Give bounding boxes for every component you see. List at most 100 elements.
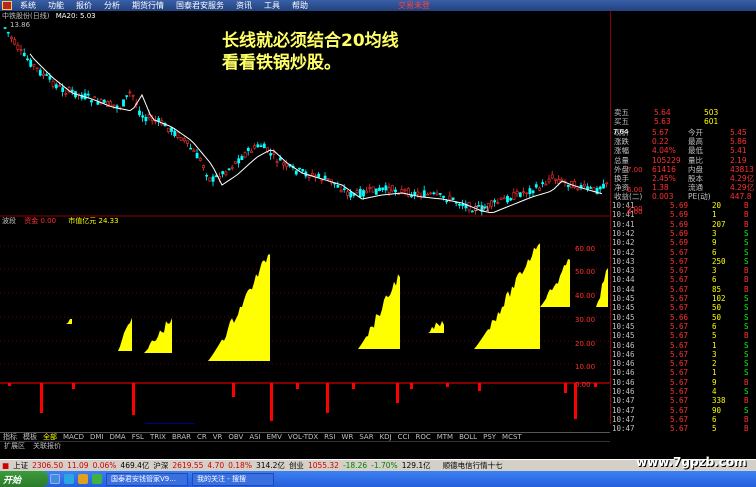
candle-body <box>176 131 180 138</box>
trade-login-status[interactable]: 交易未登 <box>398 0 430 11</box>
menu-system[interactable]: 系统 <box>14 0 42 11</box>
app-icon[interactable] <box>92 474 102 484</box>
tick-side: S <box>744 359 749 369</box>
tick-volume: 6 <box>712 414 717 424</box>
negative-bar <box>594 383 597 387</box>
tick-row[interactable]: 10:42 5.67 6 S <box>612 248 749 257</box>
candle-body <box>6 31 10 34</box>
indicator-tab[interactable]: 指标 <box>0 433 20 441</box>
stat-value: 5.45 <box>730 128 747 137</box>
candle-body <box>70 89 74 92</box>
indicator-tab[interactable]: TRIX <box>147 433 169 441</box>
tick-row[interactable]: 10:46 5.67 2 S <box>612 359 749 368</box>
scroll-news[interactable]: 顺德电信行情十七 <box>441 460 505 471</box>
indicator-tab[interactable]: VR <box>210 433 226 441</box>
indicator-tab[interactable]: OBV <box>225 433 246 441</box>
indicator-tab[interactable]: RSI <box>321 433 338 441</box>
candle-body <box>224 171 228 176</box>
price-axis-label: 6.00 <box>627 186 643 194</box>
task-stock-app[interactable]: 国泰君安钱管家V9... <box>106 472 188 486</box>
menu-function[interactable]: 功能 <box>42 0 70 11</box>
indicator-tab[interactable]: 全部 <box>40 433 60 441</box>
indicator-tab[interactable]: MTM <box>434 433 456 441</box>
indicator-tab[interactable]: EMV <box>264 433 285 441</box>
tick-row[interactable]: 10:45 5.67 6 S <box>612 321 749 331</box>
candle-body <box>598 186 602 190</box>
tick-price: 5.69 <box>670 219 689 229</box>
candle-body <box>432 192 436 195</box>
indicator-tab[interactable]: KDJ <box>377 433 395 441</box>
tick-row[interactable]: 10:46 5.67 1 S <box>612 341 749 350</box>
tab-expand-area[interactable]: 扩展区 <box>0 442 29 450</box>
indicator-tab[interactable]: BOLL <box>456 433 480 441</box>
candle-body <box>275 161 279 163</box>
menu-futures[interactable]: 期货行情 <box>126 0 170 11</box>
tick-row[interactable]: 10:46 5.67 9 B <box>612 377 749 387</box>
tick-row[interactable]: 10:47 5.67 338 B <box>612 396 749 405</box>
indicator-tab[interactable]: PSY <box>480 433 499 441</box>
tick-row[interactable]: 10:45 5.67 50 S <box>612 303 749 312</box>
candle-body <box>390 185 394 192</box>
tick-row[interactable]: 10:43 5.67 3 B <box>612 266 749 275</box>
indicator-tab[interactable]: CR <box>194 433 210 441</box>
menu-help[interactable]: 帮助 <box>286 0 314 11</box>
tick-volume: 9 <box>712 377 717 387</box>
indicator-tab[interactable]: DMA <box>106 433 128 441</box>
tick-row[interactable]: 10:45 5.66 50 S <box>612 312 749 322</box>
candle-body <box>10 36 13 39</box>
candle-body <box>138 110 141 116</box>
tick-row[interactable]: 10:44 5.67 6 B <box>612 275 749 284</box>
indicator-tab[interactable]: ASI <box>246 433 263 441</box>
stat-value: 105229 <box>652 155 681 165</box>
tick-price: 5.66 <box>670 312 689 322</box>
indicator-tab[interactable]: VOL-TDX <box>285 433 321 441</box>
indicator-tab[interactable]: ROC <box>412 433 433 441</box>
tick-row[interactable]: 10:47 5.67 6 B <box>612 414 749 424</box>
tick-row[interactable]: 10:44 5.67 85 B <box>612 285 749 294</box>
menu-news[interactable]: 资讯 <box>230 0 258 11</box>
tick-volume: 207 <box>712 219 726 229</box>
menu-analysis[interactable]: 分析 <box>98 0 126 11</box>
tick-row[interactable]: 10:46 5.67 4 S <box>612 387 749 396</box>
wave-bar <box>208 254 270 361</box>
folder-icon[interactable] <box>78 474 88 484</box>
indicator-tab[interactable]: WR <box>339 433 357 441</box>
indicator-tab[interactable]: FSL <box>129 433 147 441</box>
price-axis-label: 7.00 <box>627 166 643 174</box>
indicator-tab[interactable]: DMI <box>87 433 107 441</box>
indicator-tab[interactable]: MACD <box>60 433 87 441</box>
browser-icon[interactable] <box>64 474 74 484</box>
tick-row[interactable]: 10:47 5.67 5 B <box>612 424 749 433</box>
menu-service[interactable]: 国泰君安服务 <box>170 0 230 11</box>
tab-related-quote[interactable]: 关联报价 <box>29 442 65 450</box>
tick-row[interactable]: 10:42 5.69 9 S <box>612 238 749 247</box>
tick-row[interactable]: 10:46 5.67 3 S <box>612 350 749 359</box>
menu-quote[interactable]: 报价 <box>70 0 98 11</box>
menu-tools[interactable]: 工具 <box>258 0 286 11</box>
tick-row[interactable]: 10:47 5.67 90 S <box>612 406 749 415</box>
cy-change: -18.26 <box>342 461 368 470</box>
indicator-tab[interactable]: 模板 <box>20 433 40 441</box>
start-button[interactable]: 开始 <box>0 471 48 487</box>
negative-bar <box>326 383 329 413</box>
tick-row[interactable]: 10:45 5.67 5 B <box>612 331 749 340</box>
indicator-tab[interactable]: SAR <box>356 433 376 441</box>
tick-row[interactable]: 10:46 5.67 1 S <box>612 368 749 377</box>
candle-body <box>243 152 247 158</box>
indicator-tab[interactable]: CCI <box>395 433 413 441</box>
tick-row[interactable]: 10:43 5.67 250 S <box>612 257 749 266</box>
indicator-tab[interactable]: MCST <box>499 433 525 441</box>
indicator-tab[interactable]: BRAR <box>169 433 194 441</box>
candle-body <box>29 59 33 67</box>
stat-label: 股本 <box>688 174 703 183</box>
ie-icon[interactable] <box>50 474 60 484</box>
tick-row[interactable]: 10:42 5.69 3 S <box>612 229 749 238</box>
sz-percent: 0.18% <box>228 461 252 470</box>
tick-time: 10:47 <box>612 414 635 424</box>
tick-row[interactable]: 10:45 5.67 102 S <box>612 294 749 303</box>
tick-side: S <box>744 294 749 303</box>
tick-price: 5.67 <box>670 321 689 331</box>
task-browser[interactable]: 我的关注 - 搜搜 <box>192 472 274 486</box>
candle-body <box>230 167 234 169</box>
tick-side: S <box>744 303 749 313</box>
